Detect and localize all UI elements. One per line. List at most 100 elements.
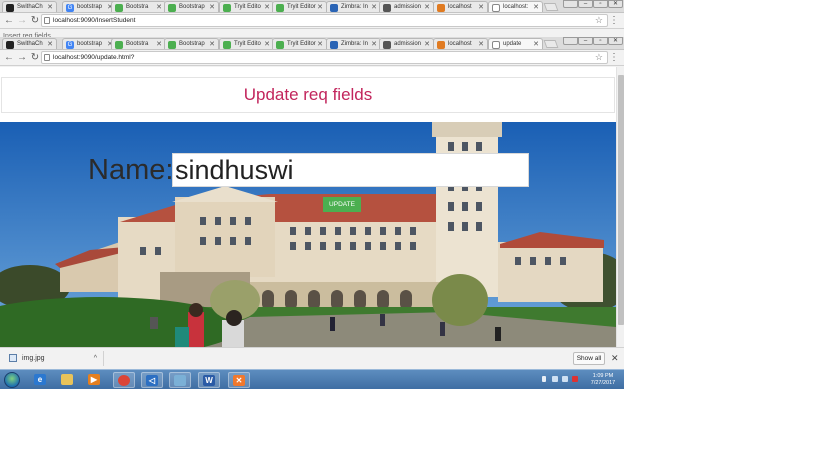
action-center-icon[interactable] xyxy=(572,376,578,382)
taskbar-chrome[interactable] xyxy=(113,372,135,388)
close-icon[interactable]: ✕ xyxy=(209,2,215,12)
close-icon[interactable]: ✕ xyxy=(371,39,377,49)
front-tab-4[interactable]: Bootstrap ✕ xyxy=(164,38,219,49)
page-info-icon xyxy=(44,17,50,24)
chevron-up-icon[interactable]: ^ xyxy=(94,351,97,366)
scrollbar-thumb[interactable] xyxy=(618,75,624,325)
bookmark-star-icon[interactable]: ☆ xyxy=(595,52,603,63)
close-icon[interactable]: ✕ xyxy=(317,39,323,49)
close-icon[interactable]: ✕ xyxy=(47,2,53,12)
w3schools-icon xyxy=(115,4,123,12)
generic-icon xyxy=(383,4,391,12)
back-tab-7[interactable]: Zimbra: In ✕ xyxy=(326,1,381,12)
show-hidden-icons-icon[interactable] xyxy=(542,376,546,382)
front-tab-6[interactable]: Tryit Editor ✕ xyxy=(272,38,327,49)
download-item[interactable]: img.jpg ^ xyxy=(4,351,104,366)
start-button[interactable] xyxy=(4,372,20,388)
github-icon xyxy=(6,41,14,49)
taskbar-explorer[interactable] xyxy=(57,372,79,388)
update-button[interactable]: UPDATE xyxy=(323,197,361,212)
minimize-button[interactable]: – xyxy=(578,0,593,8)
close-icon[interactable]: ✕ xyxy=(264,39,270,49)
taskbar-word[interactable]: W xyxy=(198,372,220,388)
front-tab-9[interactable]: localhost ✕ xyxy=(433,38,488,49)
window-close-button[interactable]: ✕ xyxy=(608,0,623,8)
front-tab-3[interactable]: Bootstra ✕ xyxy=(111,38,166,49)
w3schools-icon xyxy=(276,41,284,49)
back-page-peek: Insert req fields xyxy=(3,33,51,37)
front-tab-8[interactable]: admission ✕ xyxy=(379,38,434,49)
new-tab-button[interactable] xyxy=(543,3,559,11)
back-tab-5[interactable]: Tryit Edito ✕ xyxy=(219,1,274,12)
clock-time: 1:09 PM xyxy=(592,373,614,379)
w3schools-icon xyxy=(168,41,176,49)
google-icon: G xyxy=(66,41,74,49)
close-icon[interactable]: ✕ xyxy=(611,352,619,365)
network-icon[interactable] xyxy=(552,376,558,382)
word-icon: W xyxy=(203,375,215,386)
forward-arrow-icon[interactable]: → xyxy=(16,51,28,64)
front-tab-1[interactable]: SwithaCh ✕ xyxy=(2,38,57,49)
close-icon[interactable]: ✕ xyxy=(424,39,430,49)
close-icon[interactable]: ✕ xyxy=(371,2,377,12)
taskbar-ie[interactable]: e xyxy=(30,372,52,388)
taskbar-folder[interactable] xyxy=(169,372,191,388)
back-address-bar[interactable]: localhost:9090/InsertStudent ☆ xyxy=(41,14,608,27)
close-icon[interactable]: ✕ xyxy=(424,2,430,12)
minimize-button[interactable]: – xyxy=(578,37,593,45)
download-file-name: img.jpg xyxy=(22,355,45,362)
monitor-icon[interactable] xyxy=(562,376,568,382)
back-arrow-icon[interactable]: ← xyxy=(3,14,15,27)
close-icon[interactable]: ✕ xyxy=(533,39,539,49)
back-tab-8[interactable]: admission ✕ xyxy=(379,1,434,12)
forward-arrow-icon[interactable]: → xyxy=(16,14,28,27)
front-tab-update[interactable]: update ✕ xyxy=(488,38,543,49)
back-tab-9[interactable]: localhost ✕ xyxy=(433,1,488,12)
close-icon[interactable]: ✕ xyxy=(478,39,484,49)
restore-button[interactable]: ▫ xyxy=(593,0,608,8)
close-icon[interactable]: ✕ xyxy=(264,2,270,12)
front-address-bar[interactable]: localhost:9090/update.html? ☆ xyxy=(41,51,608,64)
taskbar-xampp[interactable]: ✕ xyxy=(228,372,250,388)
name-input[interactable] xyxy=(172,153,529,187)
back-tab-1[interactable]: SwithaCh ✕ xyxy=(2,1,57,12)
taskbar-media-player[interactable]: ▶ xyxy=(84,372,106,388)
front-tab-7[interactable]: Zimbra: In ✕ xyxy=(326,38,381,49)
reload-icon[interactable]: ↻ xyxy=(29,14,41,27)
page-scrollbar[interactable] xyxy=(616,67,624,347)
show-all-button[interactable]: Show all xyxy=(573,352,605,365)
close-icon[interactable]: ✕ xyxy=(209,39,215,49)
generic-icon xyxy=(383,41,391,49)
page-header: Update req fields xyxy=(1,77,615,113)
close-icon[interactable]: ✕ xyxy=(156,2,162,12)
page-title: Update req fields xyxy=(243,85,373,104)
back-browser-window: SwithaCh✕ Gbootstrap✕ Bootstra✕ Bootstra… xyxy=(0,0,624,37)
chrome-menu-icon[interactable]: ⋮ xyxy=(609,51,619,64)
close-icon[interactable]: ✕ xyxy=(47,39,53,49)
chart-icon xyxy=(437,4,445,12)
close-icon[interactable]: ✕ xyxy=(317,2,323,12)
front-tab-2[interactable]: Gbootstrap✕ xyxy=(62,38,117,49)
back-tab-10[interactable]: localhost: ✕ xyxy=(488,1,543,12)
taskbar-clock[interactable]: 1:09 PM 7/27/2017 xyxy=(585,373,621,387)
close-icon[interactable]: ✕ xyxy=(156,39,162,49)
back-arrow-icon[interactable]: ← xyxy=(3,51,15,64)
chrome-menu-icon[interactable]: ⋮ xyxy=(609,14,619,27)
reload-icon[interactable]: ↻ xyxy=(29,51,41,64)
page-viewport: Update req fields Name: sindhuswi UPDATE xyxy=(0,67,624,347)
page-info-icon xyxy=(44,54,50,61)
back-tab-2[interactable]: Gbootstrap✕ xyxy=(62,1,117,12)
user-icon[interactable] xyxy=(563,37,578,45)
bookmark-star-icon[interactable]: ☆ xyxy=(595,15,603,26)
close-icon[interactable]: ✕ xyxy=(533,2,539,12)
new-tab-button[interactable] xyxy=(543,40,559,48)
back-tab-3[interactable]: Bootstra ✕ xyxy=(111,1,166,12)
user-icon[interactable] xyxy=(563,0,578,8)
back-tab-4[interactable]: Bootstrap ✕ xyxy=(164,1,219,12)
front-tab-5[interactable]: Tryit Edito ✕ xyxy=(219,38,274,49)
window-close-button[interactable]: ✕ xyxy=(608,37,623,45)
close-icon[interactable]: ✕ xyxy=(478,2,484,12)
taskbar-visual-studio[interactable]: ◁ xyxy=(141,372,163,388)
back-tab-6[interactable]: Tryit Editor ✕ xyxy=(272,1,327,12)
restore-button[interactable]: ▫ xyxy=(593,37,608,45)
